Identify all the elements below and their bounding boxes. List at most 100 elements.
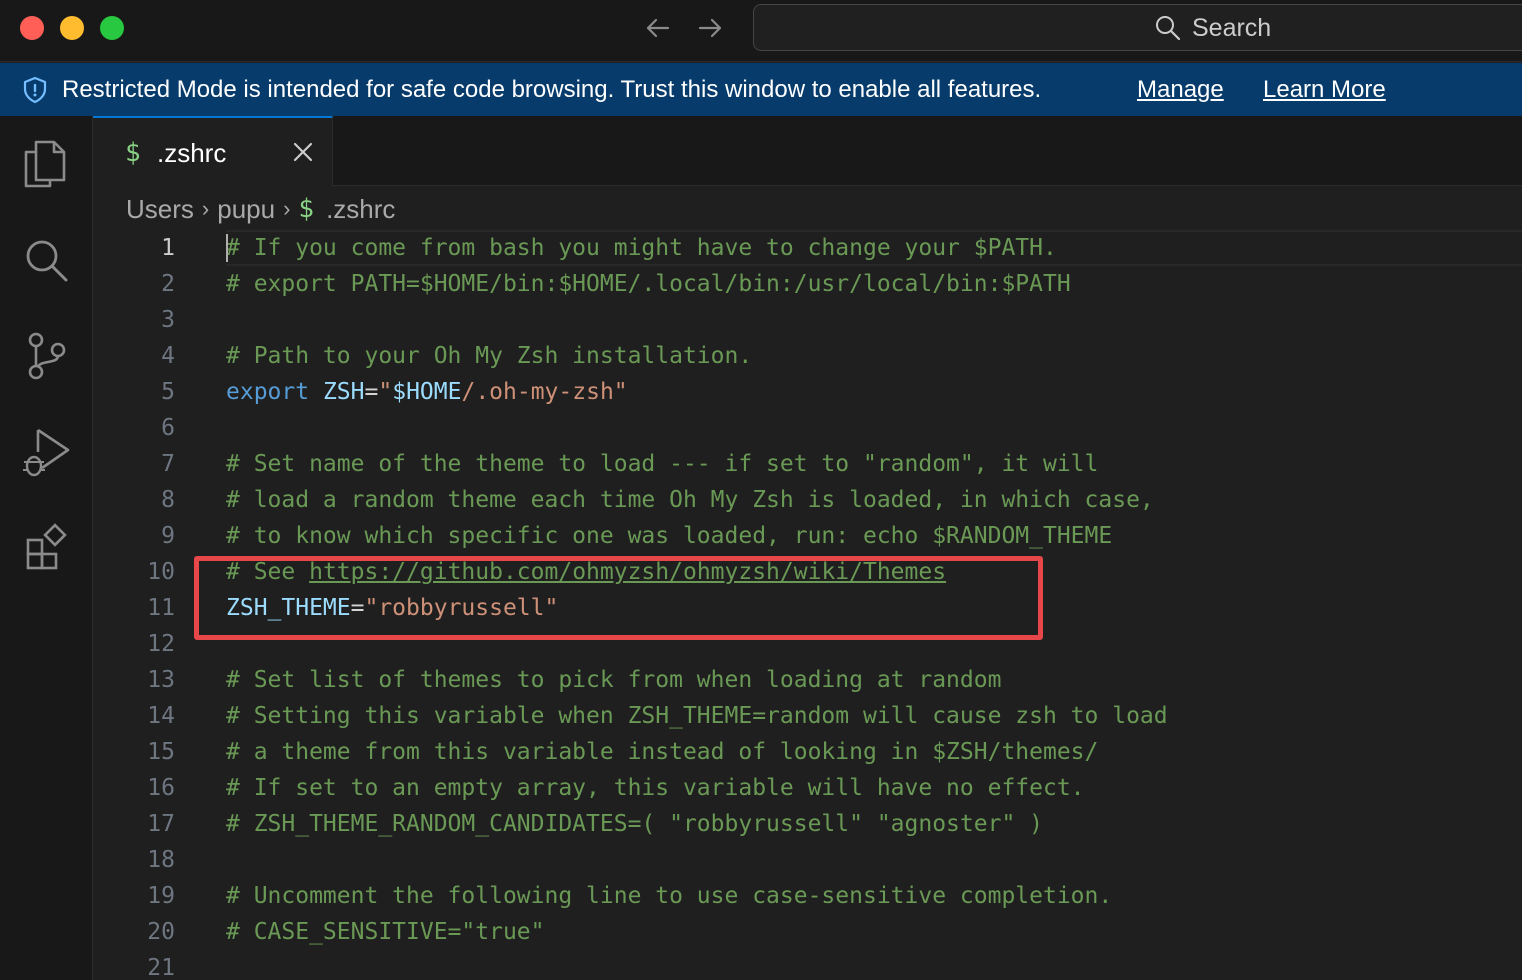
- code-text: # a theme from this variable instead of …: [226, 734, 1098, 770]
- code-line[interactable]: 16 # If set to an empty array, this varia…: [93, 770, 1522, 806]
- command-center-search[interactable]: Search: [753, 4, 1522, 51]
- code-text: export ZSH="$HOME/.oh-my-zsh": [226, 374, 628, 410]
- shield-icon: [23, 76, 47, 104]
- code-token: # a theme from this variable instead of …: [226, 739, 1099, 765]
- code-token: # load a random theme each time Oh My Zs…: [226, 487, 1154, 513]
- tab-zshrc[interactable]: $ .zshrc: [93, 116, 333, 186]
- code-token: # If set to an empty array, this variabl…: [226, 775, 1085, 801]
- line-number: 4: [161, 343, 175, 369]
- title-bar: Search: [0, 0, 1522, 62]
- chevron-right-icon: ›: [283, 196, 291, 221]
- line-number: 9: [161, 523, 175, 549]
- code-line[interactable]: 14 # Setting this variable when ZSH_THEME…: [93, 698, 1522, 734]
- code-token: export: [226, 379, 310, 405]
- editor-tab-row: $ .zshrc: [93, 116, 1522, 186]
- line-number: 17: [147, 811, 175, 837]
- extensions-icon[interactable]: [18, 520, 74, 576]
- code-line[interactable]: 6: [93, 410, 1522, 446]
- code-line[interactable]: 1 # If you come from bash you might have …: [93, 230, 1522, 266]
- breadcrumb-item-pupu[interactable]: pupu: [217, 194, 275, 225]
- line-number: 3: [161, 307, 175, 333]
- code-token: # If you come from bash you might have t…: [226, 235, 1057, 261]
- learn-more-link[interactable]: Learn More: [1263, 76, 1386, 104]
- line-number: 14: [147, 703, 175, 729]
- code-line[interactable]: 13 # Set list of themes to pick from when…: [93, 662, 1522, 698]
- line-number: 10: [147, 559, 175, 585]
- explorer-icon[interactable]: [18, 136, 74, 192]
- code-line[interactable]: 4 # Path to your Oh My Zsh installation.: [93, 338, 1522, 374]
- code-line[interactable]: 9 # to know which specific one was loaded…: [93, 518, 1522, 554]
- code-text: # to know which specific one was loaded,…: [226, 518, 1112, 554]
- close-window-button[interactable]: [20, 16, 44, 40]
- code-text: # Path to your Oh My Zsh installation.: [226, 338, 752, 374]
- code-line[interactable]: 18: [93, 842, 1522, 878]
- back-arrow-icon[interactable]: [640, 10, 676, 46]
- code-line[interactable]: 19 # Uncomment the following line to use …: [93, 878, 1522, 914]
- code-token: ": [378, 379, 393, 405]
- code-text: # If set to an empty array, this variabl…: [226, 770, 1085, 806]
- code-token: # export PATH=$HOME/bin:$HOME/.local/bin…: [226, 271, 1071, 297]
- close-icon[interactable]: [291, 140, 315, 164]
- manage-link[interactable]: Manage: [1137, 76, 1224, 104]
- code-text: # export PATH=$HOME/bin:$HOME/.local/bin…: [226, 266, 1071, 302]
- activity-bar: [0, 116, 93, 980]
- code-line[interactable]: 17 # ZSH_THEME_RANDOM_CANDIDATES=( "robby…: [93, 806, 1522, 842]
- tab-label: .zshrc: [157, 138, 227, 168]
- code-token: =: [364, 379, 379, 405]
- code-token: # Setting this variable when ZSH_THEME=r…: [226, 703, 1168, 729]
- code-line[interactable]: 15 # a theme from this variable instead o…: [93, 734, 1522, 770]
- shell-file-icon: $: [125, 138, 141, 168]
- code-text: # Uncomment the following line to use ca…: [226, 878, 1112, 914]
- breadcrumb: Users › pupu › $ .zshrc: [126, 192, 395, 226]
- line-number: 12: [147, 631, 175, 657]
- search-icon: [1156, 16, 1181, 41]
- code-line[interactable]: 7 # Set name of the theme to load --- if …: [93, 446, 1522, 482]
- minimize-window-button[interactable]: [60, 16, 84, 40]
- code-token: # ZSH_THEME_RANDOM_CANDIDATES=( "robbyru…: [226, 811, 1043, 837]
- code-line[interactable]: 5 export ZSH="$HOME/.oh-my-zsh": [93, 374, 1522, 410]
- code-line[interactable]: 2 # export PATH=$HOME/bin:$HOME/.local/bi…: [93, 266, 1522, 302]
- breadcrumb-item-users[interactable]: Users: [126, 194, 194, 225]
- line-number: 15: [147, 739, 175, 765]
- line-number: 7: [161, 451, 175, 477]
- chevron-right-icon: ›: [201, 196, 210, 221]
- breadcrumb-item-file[interactable]: .zshrc: [326, 194, 395, 225]
- code-text: # load a random theme each time Oh My Zs…: [226, 482, 1154, 518]
- code-token: ZSH: [322, 379, 365, 405]
- code-text: # ZSH_THEME_RANDOM_CANDIDATES=( "robbyru…: [226, 806, 1043, 842]
- banner-message: Restricted Mode is intended for safe cod…: [62, 76, 1042, 103]
- shell-file-icon: $: [298, 194, 315, 224]
- code-line[interactable]: 3: [93, 302, 1522, 338]
- code-token: # Path to your Oh My Zsh installation.: [226, 343, 753, 369]
- source-control-icon[interactable]: [18, 328, 74, 384]
- code-text: # Set name of the theme to load --- if s…: [226, 446, 1098, 482]
- code-token: # Uncomment the following line to use ca…: [226, 883, 1113, 909]
- line-number: 19: [147, 883, 175, 909]
- line-number: 18: [147, 847, 175, 873]
- line-number: 8: [161, 487, 175, 513]
- code-token: # Set name of the theme to load --- if s…: [226, 451, 1099, 477]
- highlight-box: [194, 556, 1043, 640]
- text-cursor: [226, 234, 228, 262]
- code-token: # CASE_SENSITIVE="true": [226, 919, 545, 945]
- code-token: /.oh-my-zsh": [461, 379, 628, 405]
- line-number: 13: [147, 667, 175, 693]
- search-icon[interactable]: [18, 232, 74, 288]
- line-number: 11: [147, 595, 175, 621]
- code-text: # CASE_SENSITIVE="true": [226, 914, 545, 950]
- code-text: # Setting this variable when ZSH_THEME=r…: [226, 698, 1168, 734]
- maximize-window-button[interactable]: [100, 16, 124, 40]
- line-number: 2: [161, 271, 175, 297]
- line-number: 5: [161, 379, 175, 405]
- line-number: 21: [147, 955, 175, 980]
- run-debug-icon[interactable]: [18, 424, 74, 480]
- code-token: # Set list of themes to pick from when l…: [226, 667, 1002, 693]
- code-line[interactable]: 8 # load a random theme each time Oh My Z…: [93, 482, 1522, 518]
- line-number: 6: [161, 415, 175, 441]
- forward-arrow-icon[interactable]: [692, 10, 728, 46]
- code-line[interactable]: 21: [93, 950, 1522, 980]
- line-number: 1: [161, 235, 175, 261]
- code-line[interactable]: 20 # CASE_SENSITIVE="true": [93, 914, 1522, 950]
- restricted-mode-banner: Restricted Mode is intended for safe cod…: [0, 63, 1522, 116]
